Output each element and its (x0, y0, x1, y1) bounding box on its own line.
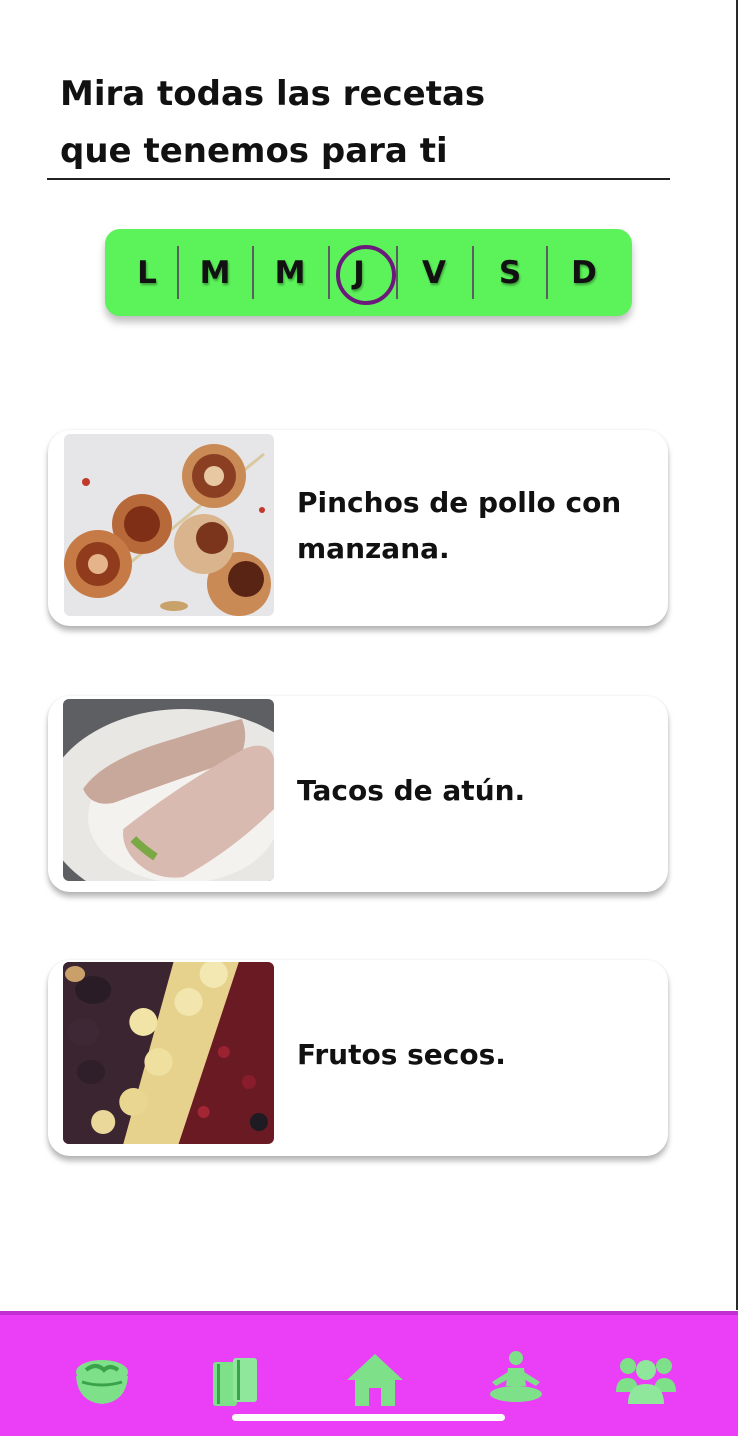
day-separator (546, 246, 548, 299)
day-tuesday[interactable]: M (191, 229, 239, 316)
page-title-line-1: Mira todas las recetas (60, 74, 486, 114)
day-separator (396, 246, 398, 299)
meditation-icon[interactable] (484, 1348, 548, 1412)
recipe-title: Frutos secos. (297, 1038, 506, 1071)
recipe-title: Tacos de atún. (297, 774, 526, 807)
books-icon[interactable] (203, 1348, 267, 1412)
recipe-card-pinchos[interactable]: Pinchos de pollo con manzana. (48, 430, 668, 626)
community-icon[interactable] (614, 1348, 678, 1412)
title-underline (47, 178, 670, 180)
page-title-line-2: que tenemos para ti (60, 131, 448, 171)
recipe-card-tacos[interactable]: Tacos de atún. (48, 696, 668, 892)
home-indicator-bar[interactable] (232, 1414, 505, 1421)
page-title: Mira todas las recetas que tenemos para … (60, 66, 620, 180)
day-separator (177, 246, 179, 299)
weekday-selector: L M M J V S D (105, 229, 632, 316)
recipe-image-chicken-skewers (64, 434, 274, 616)
day-friday[interactable]: V (410, 229, 458, 316)
day-monday[interactable]: L (123, 229, 171, 316)
day-separator (252, 246, 254, 299)
day-separator (472, 246, 474, 299)
day-separator (328, 246, 330, 299)
recipe-image-tuna-wraps (63, 699, 274, 881)
day-sunday[interactable]: D (560, 229, 608, 316)
home-icon[interactable] (343, 1348, 407, 1412)
day-thursday-selected[interactable]: J (335, 229, 396, 316)
recipe-title: Pinchos de pollo con manzana. (297, 486, 622, 565)
day-saturday[interactable]: S (486, 229, 534, 316)
salad-bowl-icon[interactable] (70, 1348, 134, 1412)
recipes-screen: Mira todas las recetas que tenemos para … (0, 0, 738, 1436)
recipe-image-dried-fruits (63, 962, 274, 1144)
recipe-card-frutos[interactable]: Frutos secos. (48, 960, 668, 1156)
day-wednesday[interactable]: M (266, 229, 314, 316)
